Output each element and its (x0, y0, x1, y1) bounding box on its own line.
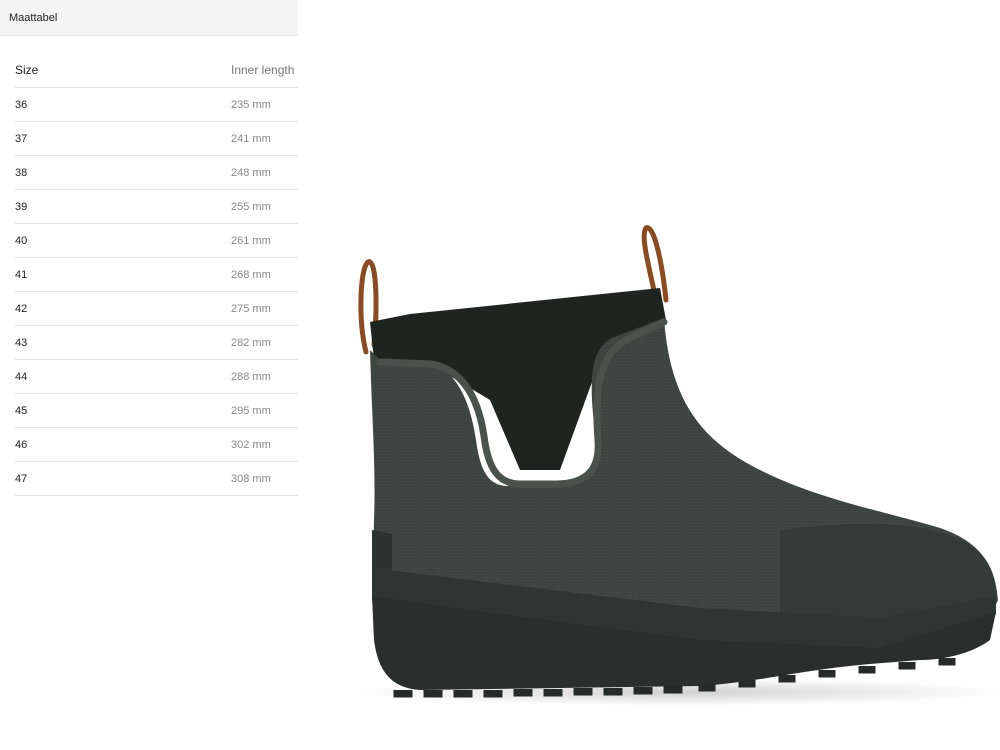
table-row: 43 282 mm (15, 325, 298, 360)
table-header-row: Size Inner length (15, 52, 298, 88)
size-cell: 37 (15, 121, 231, 156)
size-cell: 47 (15, 461, 231, 496)
length-cell: 295 mm (231, 393, 298, 428)
length-cell: 255 mm (231, 189, 298, 224)
length-cell: 268 mm (231, 257, 298, 292)
table-row: 36 235 mm (15, 87, 298, 122)
length-cell: 261 mm (231, 223, 298, 258)
size-chart-panel: Maattabel Size Inner length 36 235 mm 37 2… (0, 0, 298, 750)
size-cell: 40 (15, 223, 231, 258)
size-cell: 46 (15, 427, 231, 462)
length-cell: 241 mm (231, 121, 298, 156)
panel-header: Maattabel (0, 0, 298, 36)
size-cell: 45 (15, 393, 231, 428)
header-inner-length: Inner length (231, 52, 298, 88)
size-cell: 44 (15, 359, 231, 394)
size-cell: 38 (15, 155, 231, 190)
length-cell: 308 mm (231, 461, 298, 496)
size-cell: 41 (15, 257, 231, 292)
table-row: 37 241 mm (15, 121, 298, 156)
length-cell: 288 mm (231, 359, 298, 394)
size-cell: 42 (15, 291, 231, 326)
length-cell: 248 mm (231, 155, 298, 190)
size-cell: 39 (15, 189, 231, 224)
length-cell: 235 mm (231, 87, 298, 122)
size-cell: 36 (15, 87, 231, 122)
length-cell: 302 mm (231, 427, 298, 462)
length-cell: 282 mm (231, 325, 298, 360)
table-row: 44 288 mm (15, 359, 298, 394)
table-row: 45 295 mm (15, 393, 298, 428)
header-size: Size (15, 52, 231, 88)
table-row: 46 302 mm (15, 427, 298, 462)
size-table: Size Inner length 36 235 mm 37 241 mm 38 24… (15, 52, 298, 496)
boot-image (350, 225, 1000, 706)
length-cell: 275 mm (231, 291, 298, 326)
size-cell: 43 (15, 325, 231, 360)
product-image (335, 215, 1000, 715)
table-row: 47 308 mm (15, 461, 298, 496)
table-row: 38 248 mm (15, 155, 298, 190)
table-row: 41 268 mm (15, 257, 298, 292)
table-row: 39 255 mm (15, 189, 298, 224)
table-row: 42 275 mm (15, 291, 298, 326)
panel-title: Maattabel (9, 11, 58, 24)
table-row: 40 261 mm (15, 223, 298, 258)
